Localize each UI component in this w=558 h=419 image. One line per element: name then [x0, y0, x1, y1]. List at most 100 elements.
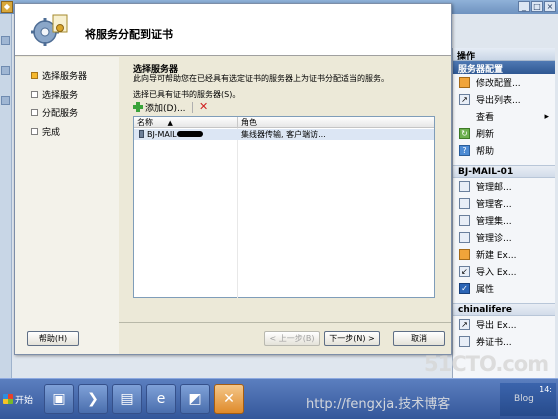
import-icon: ↙	[459, 266, 470, 277]
action-manage-mailbox[interactable]: 管理邮...	[453, 178, 555, 195]
step-active-icon	[31, 72, 38, 79]
help-button[interactable]: 帮助(H)	[27, 331, 79, 346]
action-modify-config[interactable]: 修改配置...	[453, 74, 555, 91]
remove-server-button[interactable]: ✕	[197, 101, 211, 114]
actions-section-server-config: 服务器配置	[453, 61, 555, 75]
column-header-name[interactable]: 名称 ▲	[134, 117, 238, 128]
action-export-list[interactable]: ↗ 导出列表...	[453, 91, 555, 108]
action-refresh[interactable]: ↻ 刷新	[453, 125, 555, 142]
new-icon	[459, 249, 470, 260]
certificate-gear-icon	[31, 14, 68, 46]
taskbar-exchange-console[interactable]: ✕	[214, 384, 244, 414]
wizard-button-divider	[119, 322, 451, 323]
action-properties[interactable]: ✓ 属性	[453, 280, 555, 297]
watermark-site: 51CTO.com	[424, 352, 549, 376]
action-label: 导出 Ex...	[476, 321, 517, 331]
start-label: 开始	[15, 395, 34, 406]
view-icon	[459, 111, 470, 122]
column-header-role[interactable]: 角色	[238, 117, 434, 128]
step-label: 选择服务器	[42, 72, 88, 82]
action-label: 查看	[476, 113, 495, 123]
window-icon: ◩	[188, 391, 202, 407]
taskbar-explorer[interactable]: ▤	[112, 384, 142, 414]
sort-asc-icon: ▲	[167, 119, 173, 127]
column-divider	[237, 128, 238, 298]
action-export-exchange[interactable]: ↗ 导出 Ex...	[453, 316, 555, 333]
tree-node-icon[interactable]	[1, 36, 10, 45]
console-app-icon: ◆	[1, 1, 13, 13]
start-button[interactable]: 开始	[3, 391, 36, 407]
list-header: 名称 ▲ 角色	[134, 117, 434, 128]
step-pending-icon	[31, 91, 38, 98]
wizard-header: 将服务分配到证书	[15, 4, 451, 56]
next-button[interactable]: 下一步(N) >	[324, 331, 380, 346]
wizard-steps: 选择服务器 选择服务 分配服务 完成	[15, 57, 119, 354]
content-description: 此向导可帮助您在已经具有选定证书的服务器上为证书分配适当的服务。	[133, 74, 389, 83]
cancel-button[interactable]: 取消	[393, 331, 445, 346]
action-label: 属性	[476, 285, 495, 295]
windows-logo-icon	[3, 394, 13, 404]
action-cert[interactable]: 券证书...	[453, 333, 555, 350]
action-label: 管理集...	[476, 217, 512, 227]
action-label: 新建 Ex...	[476, 251, 517, 261]
manage-icon	[459, 181, 470, 192]
action-manage-client[interactable]: 管理客...	[453, 195, 555, 212]
server-name-cell: BJ-MAIL-	[136, 129, 236, 140]
action-label: 管理诊...	[476, 234, 512, 244]
maximize-icon[interactable]: □	[531, 1, 543, 12]
tree-node-icon[interactable]	[1, 96, 10, 105]
table-row[interactable]: BJ-MAIL- 集线器传输, 客户端访...	[134, 129, 434, 140]
action-label: 修改配置...	[476, 79, 521, 89]
column-name-label: 名称	[137, 118, 153, 127]
redacted-mark	[177, 131, 204, 137]
step-assign-service: 分配服务	[31, 106, 78, 119]
action-new-exchange[interactable]: 新建 Ex...	[453, 246, 555, 263]
wizard-content: 选择服务器 此向导可帮助您在已经具有选定证书的服务器上为证书分配适当的服务。 选…	[127, 60, 445, 320]
action-import-exchange[interactable]: ↙ 导入 Ex...	[453, 263, 555, 280]
manage-icon	[459, 215, 470, 226]
server-role-cell: 集线器传输, 客户端访...	[241, 130, 326, 139]
action-help[interactable]: ? 帮助	[453, 142, 555, 159]
action-view[interactable]: 查看 ▸	[453, 108, 555, 125]
step-select-service: 选择服务	[31, 88, 78, 101]
watermark-blog: Blog	[514, 394, 534, 404]
add-icon	[133, 102, 143, 112]
toolbar-separator	[191, 101, 193, 113]
close-icon[interactable]: ×	[544, 1, 556, 12]
step-label: 分配服务	[42, 109, 79, 119]
actions-header: 操作	[453, 48, 555, 62]
step-complete: 完成	[31, 125, 60, 138]
export-icon: ↗	[459, 94, 470, 105]
taskbar: 开始 ▣ ❯ ▤ e ◩ ✕ 14:	[0, 378, 558, 419]
taskbar-internet-explorer[interactable]: e	[146, 384, 176, 414]
minimize-icon[interactable]: _	[518, 1, 530, 12]
actions-pane: 操作 服务器配置 修改配置... ↗ 导出列表... 查看 ▸ ↻ 刷新 ? 帮…	[452, 48, 555, 378]
taskbar-app[interactable]: ◩	[180, 384, 210, 414]
clock[interactable]: 14:	[539, 385, 552, 394]
tree-node-icon[interactable]	[1, 66, 10, 75]
taskbar-server-manager[interactable]: ▣	[44, 384, 74, 414]
action-label: 导入 Ex...	[476, 268, 517, 278]
action-label: 券证书...	[476, 338, 512, 348]
list-toolbar: 添加(D)... ✕	[131, 100, 211, 114]
export-icon: ↗	[459, 319, 470, 330]
add-server-label: 添加(D)...	[145, 103, 186, 114]
add-server-button[interactable]: 添加(D)...	[131, 101, 188, 114]
server-list[interactable]: 名称 ▲ 角色 BJ-MAIL- 集线器传输, 客户端访...	[133, 116, 435, 298]
powershell-icon: ❯	[87, 391, 99, 407]
taskbar-powershell[interactable]: ❯	[78, 384, 108, 414]
action-label: 导出列表...	[476, 96, 521, 106]
edit-icon	[459, 77, 470, 88]
folder-icon: ▤	[120, 391, 134, 407]
action-manage-hub[interactable]: 管理集...	[453, 212, 555, 229]
cert-icon	[459, 336, 470, 347]
manage-icon	[459, 198, 470, 209]
action-label: 刷新	[476, 130, 495, 140]
actions-section-certificate: chinalifere	[453, 303, 555, 316]
action-label: 帮助	[476, 147, 495, 157]
back-button[interactable]: < 上一步(B)	[264, 331, 320, 346]
delete-icon: ✕	[198, 100, 209, 113]
console-tree-strip	[0, 14, 12, 378]
step-label: 完成	[42, 128, 61, 138]
action-manage-diagnostics[interactable]: 管理诊...	[453, 229, 555, 246]
